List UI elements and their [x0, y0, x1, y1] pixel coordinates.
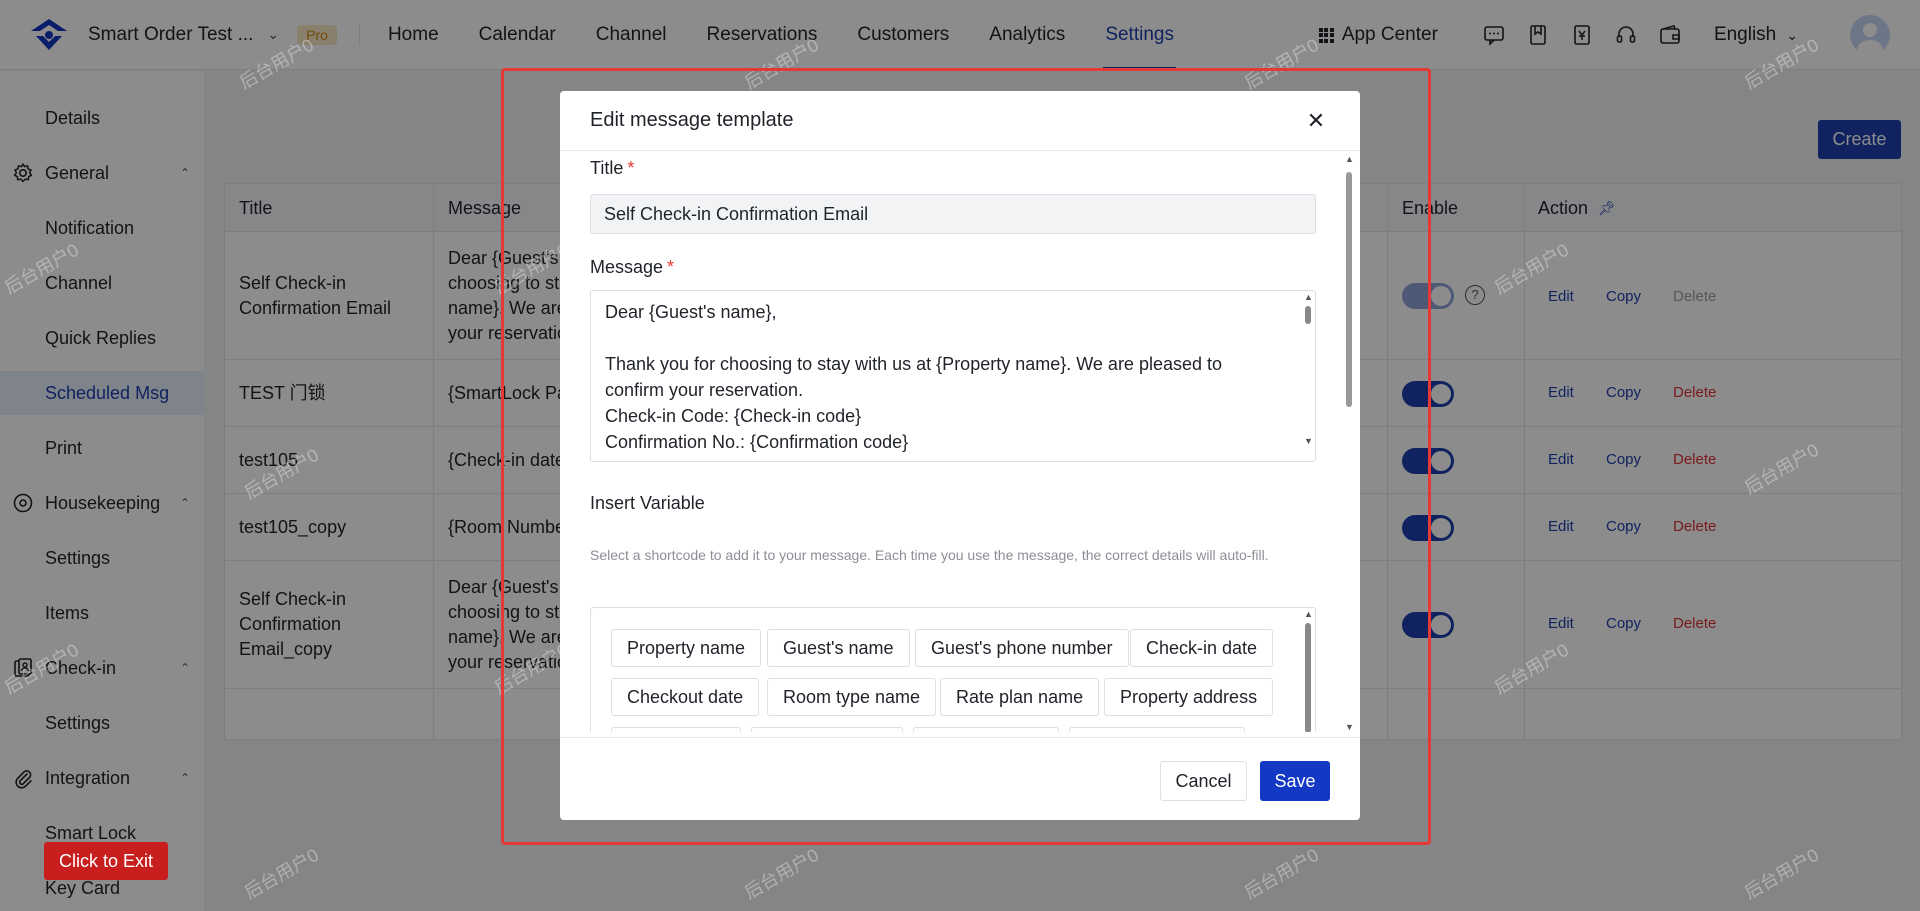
message-textarea[interactable]: Dear {Guest's name}, Thank you for choos…	[590, 290, 1316, 462]
scroll-down-icon[interactable]: ▼	[1345, 722, 1354, 732]
insert-variable-label: Insert Variable	[590, 493, 705, 513]
scroll-up-icon[interactable]: ▲	[1304, 292, 1313, 302]
message-label-text: Message	[590, 257, 664, 277]
message-line: Dear {Guest's name},	[605, 302, 777, 322]
message-line: Thank you for choosing to stay with us a…	[605, 354, 1223, 400]
message-scrollbar[interactable]: ▲ ▼	[1302, 292, 1314, 460]
scroll-down-icon[interactable]: ▼	[1304, 436, 1313, 446]
message-line: Check-in Code: {Check-in code}	[605, 406, 862, 426]
variable-chip-list: Property name Guest's name Guest's phone…	[590, 607, 1316, 732]
scroll-thumb[interactable]	[1305, 623, 1311, 732]
save-button[interactable]: Save	[1260, 761, 1330, 801]
variable-chip[interactable]: Property name	[611, 629, 762, 667]
message-line: Confirmation No.: {Confirmation code}	[605, 432, 909, 452]
variable-chip[interactable]: Check-in date	[1130, 629, 1274, 667]
modal-footer: Cancel Save	[560, 737, 1360, 820]
modal-scrollbar[interactable]: ▲ ▼	[1343, 154, 1355, 734]
title-input[interactable]	[590, 194, 1316, 234]
edit-template-modal: Edit message template ✕ Title* Message* …	[560, 91, 1360, 820]
scroll-thumb[interactable]	[1346, 172, 1352, 407]
modal-body: Title* Message* Dear {Guest's name}, Tha…	[560, 152, 1360, 732]
title-label-text: Title	[590, 158, 624, 178]
scroll-thumb[interactable]	[1305, 306, 1311, 324]
modal-title: Edit message template	[590, 109, 794, 131]
modal-header: Edit message template ✕	[560, 91, 1360, 151]
title-field-label: Title *	[590, 158, 634, 179]
variable-chip[interactable]	[611, 727, 741, 732]
variable-chip[interactable]	[751, 727, 903, 732]
cancel-button[interactable]: Cancel	[1160, 761, 1247, 801]
message-line	[605, 325, 1285, 351]
variables-scrollbar[interactable]: ▲ ▼	[1302, 609, 1314, 732]
variable-chip[interactable]	[1069, 727, 1245, 732]
scroll-down-icon[interactable]: ▼	[1304, 731, 1313, 732]
close-icon[interactable]: ✕	[1304, 109, 1328, 133]
variable-chip[interactable]	[913, 727, 1059, 732]
message-field-label: Message *	[590, 257, 674, 278]
variable-chip[interactable]: Guest's phone number	[915, 629, 1129, 667]
variable-chip[interactable]: Checkout date	[611, 678, 760, 716]
scroll-up-icon[interactable]: ▲	[1345, 154, 1354, 164]
required-asterisk: *	[627, 158, 635, 178]
variable-chip[interactable]: Property address	[1104, 678, 1274, 716]
required-asterisk: *	[667, 257, 675, 277]
scroll-up-icon[interactable]: ▲	[1304, 609, 1313, 619]
click-to-exit-button[interactable]: Click to Exit	[44, 842, 168, 880]
insert-variable-hint: Select a shortcode to add it to your mes…	[590, 547, 1269, 563]
variable-chip[interactable]: Rate plan name	[940, 678, 1100, 716]
variable-chip[interactable]: Room type name	[767, 678, 937, 716]
variable-chip[interactable]: Guest's name	[767, 629, 910, 667]
